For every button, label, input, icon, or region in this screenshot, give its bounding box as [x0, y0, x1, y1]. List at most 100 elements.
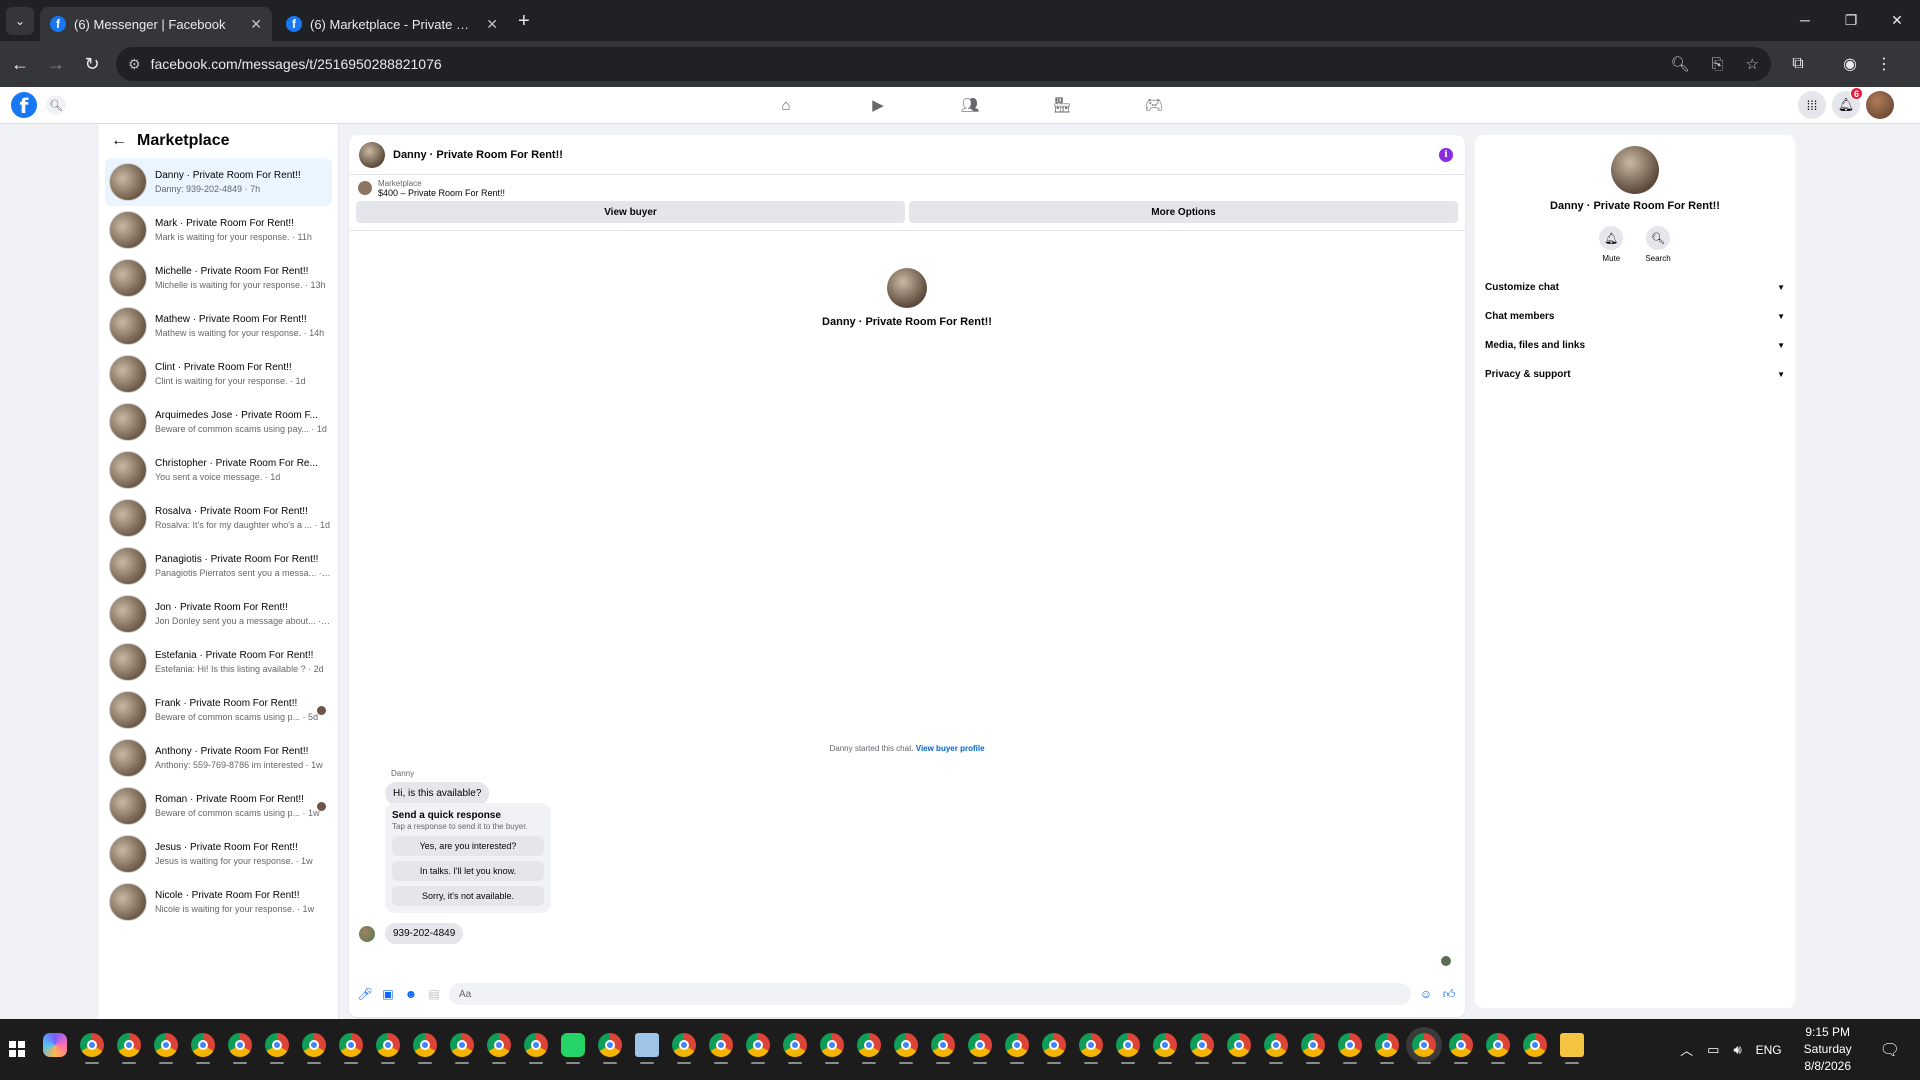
- chrome-window-taskbar-icon[interactable]: [450, 1033, 474, 1064]
- mute-button[interactable]: 🔔︎ Mute: [1599, 226, 1624, 263]
- browser-menu-icon[interactable]: ⋮: [1867, 54, 1901, 74]
- url-text[interactable]: facebook.com/messages/t/2516950288821076: [151, 56, 1649, 72]
- listing-thumbnail[interactable]: [358, 181, 372, 195]
- browser-tab-marketplace[interactable]: f (6) Marketplace - Private Room ✕: [276, 7, 508, 41]
- forward-arrow-icon[interactable]: →: [40, 48, 72, 80]
- conversation-avatar[interactable]: [109, 259, 147, 297]
- menu-grid-icon[interactable]: ⁞⁞⁞: [1798, 91, 1826, 119]
- close-window-icon[interactable]: ✕: [1874, 0, 1920, 40]
- conversation-avatar[interactable]: [109, 355, 147, 393]
- home-icon[interactable]: ⌂: [740, 87, 832, 123]
- tab-search-chevron-icon[interactable]: ⌄: [6, 7, 34, 35]
- conversation-item[interactable]: Clint · Private Room For Rent!! Clint is …: [105, 350, 332, 398]
- conversation-avatar[interactable]: [109, 835, 147, 873]
- conversation-avatar[interactable]: [109, 211, 147, 249]
- conversation-item[interactable]: Estefania · Private Room For Rent!! Estef…: [105, 638, 332, 686]
- gif-icon[interactable]: ▤: [426, 986, 442, 1002]
- back-arrow-icon[interactable]: ←: [4, 48, 36, 80]
- chrome-window-taskbar-icon[interactable]: [228, 1033, 252, 1064]
- chrome-window-taskbar-icon[interactable]: [1116, 1033, 1140, 1064]
- quick-response-option[interactable]: Sorry, it's not available.: [392, 886, 544, 906]
- conversation-item[interactable]: Christopher · Private Room For Re... You …: [105, 446, 332, 494]
- chrome-window-taskbar-icon[interactable]: [1264, 1033, 1288, 1064]
- conversation-avatar[interactable]: [109, 451, 147, 489]
- chrome-window-taskbar-icon[interactable]: [820, 1033, 844, 1064]
- chrome-window-taskbar-icon[interactable]: [413, 1033, 437, 1064]
- intro-avatar[interactable]: [887, 268, 927, 308]
- chrome-window-taskbar-icon[interactable]: [672, 1033, 696, 1064]
- profile-icon[interactable]: ◉: [1833, 54, 1867, 74]
- conversation-item[interactable]: Panagiotis · Private Room For Rent!! Pana…: [105, 542, 332, 590]
- zoom-icon[interactable]: 🔍︎: [1670, 55, 1689, 73]
- view-buyer-profile-link[interactable]: View buyer profile: [916, 744, 985, 753]
- conversation-item[interactable]: Frank · Private Room For Rent!! Beware of…: [105, 686, 332, 734]
- input-language[interactable]: ENG: [1756, 1043, 1782, 1057]
- chrome-window-taskbar-icon[interactable]: [1153, 1033, 1177, 1064]
- conversation-avatar[interactable]: [109, 499, 147, 537]
- chrome-window-taskbar-icon[interactable]: [931, 1033, 955, 1064]
- chrome-window-taskbar-icon[interactable]: [709, 1033, 733, 1064]
- windows-start-icon[interactable]: [9, 1041, 25, 1057]
- sticker-icon[interactable]: ☻: [403, 986, 419, 1002]
- conversation-item[interactable]: Michelle · Private Room For Rent!! Michel…: [105, 254, 332, 302]
- chrome-window-taskbar-icon[interactable]: [1190, 1033, 1214, 1064]
- gaming-icon[interactable]: 🎮︎: [1108, 87, 1200, 123]
- conversation-avatar[interactable]: [109, 163, 147, 201]
- tab-close-icon[interactable]: ✕: [250, 16, 262, 33]
- chrome-window-taskbar-icon[interactable]: [154, 1033, 178, 1064]
- message-bubble[interactable]: Hi, is this available?: [385, 782, 490, 805]
- chrome-window-taskbar-icon[interactable]: [894, 1033, 918, 1064]
- notepad-taskbar-icon[interactable]: [635, 1033, 659, 1064]
- conversation-avatar[interactable]: [109, 691, 147, 729]
- listing-price-title[interactable]: $400 – Private Room For Rent!!: [378, 188, 505, 198]
- conversation-info-icon[interactable]: i: [1439, 148, 1453, 162]
- chrome-window-taskbar-icon[interactable]: [117, 1033, 141, 1064]
- chat-header[interactable]: Danny · Private Room For Rent!!: [349, 135, 1465, 175]
- conversation-avatar[interactable]: [109, 403, 147, 441]
- conversation-item[interactable]: Arquimedes Jose · Private Room F... Bewar…: [105, 398, 332, 446]
- file-explorer-taskbar-icon[interactable]: [1560, 1033, 1584, 1064]
- chrome-window-taskbar-icon[interactable]: [265, 1033, 289, 1064]
- extensions-icon[interactable]: ⧉: [1781, 55, 1815, 73]
- account-avatar[interactable]: [1866, 91, 1894, 119]
- conversation-item[interactable]: Jon · Private Room For Rent!! Jon Donley …: [105, 590, 332, 638]
- section-customize-chat[interactable]: Customize chat ▼: [1485, 273, 1785, 302]
- whatsapp-taskbar-icon[interactable]: [561, 1033, 585, 1064]
- chrome-window-taskbar-icon[interactable]: [857, 1033, 881, 1064]
- chrome-window-taskbar-icon[interactable]: [746, 1033, 770, 1064]
- notification-center-icon[interactable]: 🗨︎: [1880, 1040, 1900, 1060]
- quick-response-option[interactable]: In talks. I'll let you know.: [392, 861, 544, 881]
- quick-response-option[interactable]: Yes, are you interested?: [392, 836, 544, 856]
- more-options-button[interactable]: More Options: [909, 201, 1458, 223]
- conversation-item[interactable]: Nicole · Private Room For Rent!! Nicole i…: [105, 878, 332, 926]
- conversation-avatar[interactable]: [109, 643, 147, 681]
- message-bubble[interactable]: 939-202-4849: [385, 923, 464, 944]
- conversation-avatar[interactable]: [109, 595, 147, 633]
- volume-icon[interactable]: 🔊︎: [1733, 1042, 1741, 1058]
- message-input[interactable]: [449, 983, 1411, 1005]
- chrome-window-taskbar-icon[interactable]: [339, 1033, 363, 1064]
- chrome-window-taskbar-icon[interactable]: [191, 1033, 215, 1064]
- search-in-chat-button[interactable]: 🔍︎ Search: [1645, 226, 1671, 263]
- search-icon[interactable]: 🔍︎: [46, 95, 66, 115]
- chat-title[interactable]: Danny · Private Room For Rent!!: [393, 149, 563, 161]
- conversation-item[interactable]: Danny · Private Room For Rent!! Danny: 93…: [105, 158, 332, 206]
- taskbar-clock[interactable]: 9:15 PM Saturday 8/8/2026: [1804, 1024, 1852, 1075]
- new-tab-plus-icon[interactable]: +: [518, 10, 530, 33]
- reload-icon[interactable]: ↻: [76, 48, 108, 80]
- chrome-window-taskbar-icon[interactable]: [1042, 1033, 1066, 1064]
- emoji-icon[interactable]: ☺: [1418, 986, 1434, 1002]
- chrome-window-taskbar-icon[interactable]: [968, 1033, 992, 1064]
- minimize-icon[interactable]: ─: [1782, 0, 1828, 40]
- browser-tab-messenger[interactable]: f (6) Messenger | Facebook ✕: [40, 7, 272, 41]
- conversation-item[interactable]: Jesus · Private Room For Rent!! Jesus is …: [105, 830, 332, 878]
- chrome-window-taskbar-icon[interactable]: [1412, 1033, 1436, 1064]
- chrome-window-taskbar-icon[interactable]: [1227, 1033, 1251, 1064]
- conversation-item[interactable]: Roman · Private Room For Rent!! Beware of…: [105, 782, 332, 830]
- image-attach-icon[interactable]: ▣: [380, 986, 396, 1002]
- notifications-bell-icon[interactable]: 🔔︎ 6: [1832, 87, 1863, 119]
- chrome-window-taskbar-icon[interactable]: [524, 1033, 548, 1064]
- section-media-files-links[interactable]: Media, files and links ▼: [1485, 331, 1785, 360]
- chrome-window-taskbar-icon[interactable]: [783, 1033, 807, 1064]
- chrome-window-taskbar-icon[interactable]: [598, 1033, 622, 1064]
